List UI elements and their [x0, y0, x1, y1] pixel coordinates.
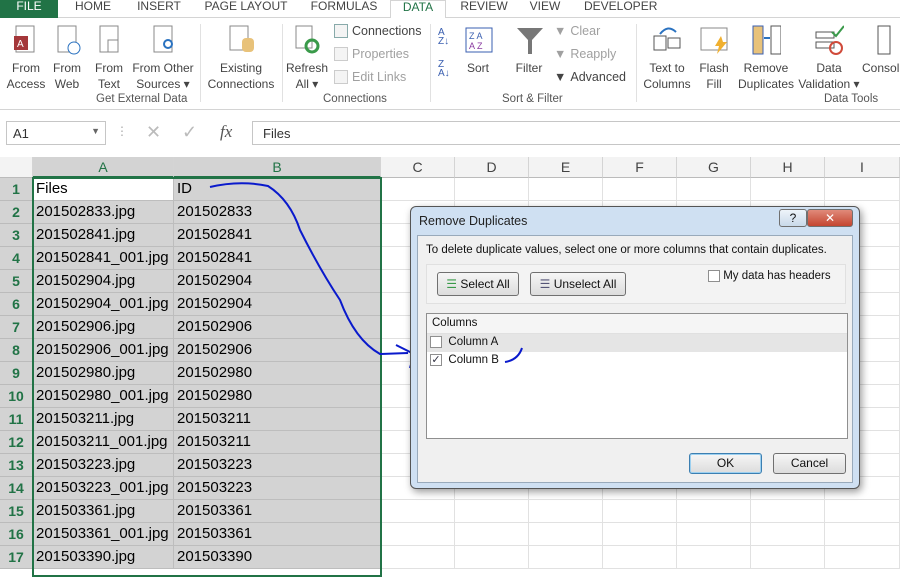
headers-checkbox[interactable]: My data has headers [708, 270, 831, 282]
checkbox-checked-icon[interactable]: ✓ [430, 354, 442, 366]
remove-duplicates-dialog: Remove Duplicates ? ✕ To delete duplicat… [410, 206, 860, 489]
cancel-button[interactable]: Cancel [773, 453, 846, 474]
columns-header: Columns [427, 314, 847, 334]
dialog-body: To delete duplicate values, select one o… [417, 235, 853, 483]
select-all-button[interactable]: ☰ Select All [437, 272, 519, 296]
help-button[interactable]: ? [779, 209, 807, 227]
select-all-icon: ☰ [446, 277, 461, 291]
checkbox-icon [708, 270, 720, 282]
close-button[interactable]: ✕ [807, 209, 853, 227]
checkbox-icon[interactable] [430, 336, 442, 348]
instructions-text: To delete duplicate values, select one o… [426, 244, 827, 256]
dialog-title: Remove Duplicates [419, 214, 528, 228]
annotation-arrow-line [209, 182, 409, 356]
list-item-column-a[interactable]: Column A [427, 334, 847, 352]
list-item-column-b[interactable]: ✓ Column B [427, 352, 847, 370]
ok-button[interactable]: OK [689, 453, 762, 474]
unselect-all-icon: ☰ [539, 277, 554, 291]
unselect-all-button[interactable]: ☰ Unselect All [530, 272, 626, 296]
columns-list: Columns Column A ✓ Column B [426, 313, 848, 439]
